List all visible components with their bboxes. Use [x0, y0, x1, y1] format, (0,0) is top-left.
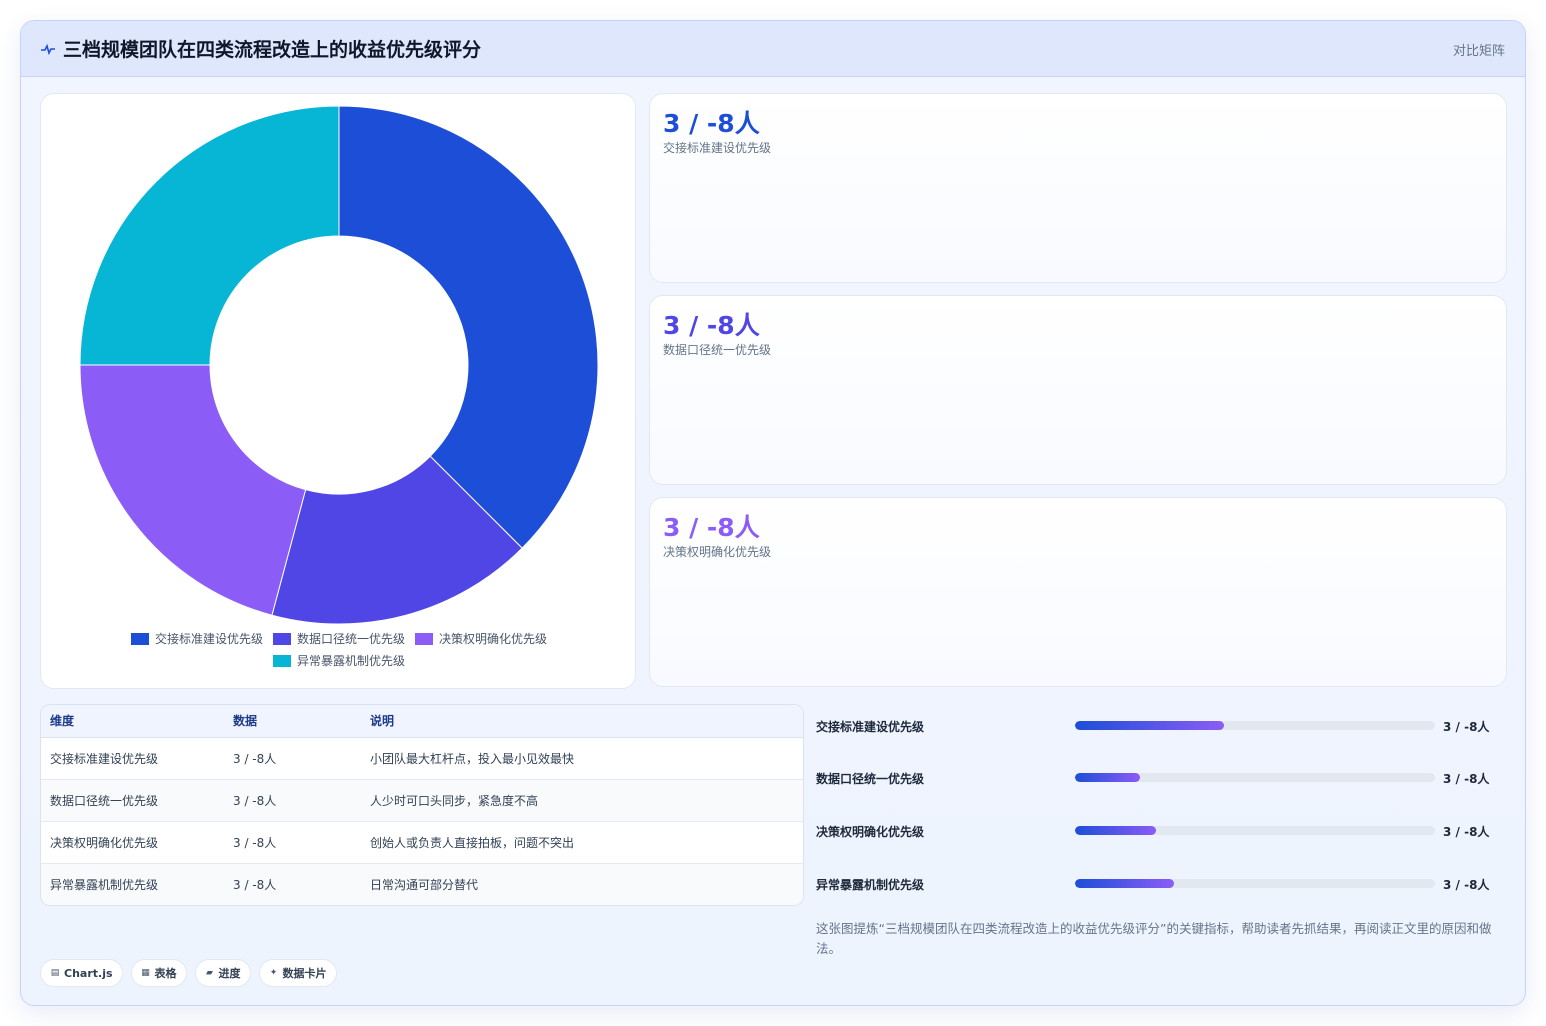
progress-label: 交接标准建设优先级 — [816, 720, 925, 734]
progress-icon: ▰ — [206, 968, 213, 978]
progress-track — [1075, 879, 1435, 888]
table-cell: 人少时可口头同步，紧急度不高 — [361, 779, 803, 822]
kpi-label: 数据口径统一优先级 — [663, 343, 772, 357]
chip-label: 数据卡片 — [282, 967, 327, 980]
kpi-card: 3 / -8人 数据口径统一优先级 — [649, 295, 1507, 485]
chip-table[interactable]: ▦ 表格 — [130, 959, 187, 987]
kpi-value: 3 / -8人 — [663, 109, 760, 138]
summary-note: 这张图提炼“三档规模团队在四类流程改造上的收益优先级评分”的关键指标，帮助读者先… — [816, 921, 1492, 956]
progress-label: 数据口径统一优先级 — [816, 772, 925, 786]
legend-item[interactable]: 异常暴露机制优先级 — [273, 654, 405, 668]
pulse-icon — [41, 43, 55, 55]
chip-data-cards[interactable]: ✦ 数据卡片 — [258, 959, 337, 987]
doughnut-slice[interactable] — [79, 364, 307, 616]
progress-row: 数据口径统一优先级 3 / -8人 — [816, 768, 1506, 788]
feature-chips: ▤ Chart.js ▦ 表格 ▰ 进度 ✦ 数据卡片 — [40, 959, 337, 987]
legend-swatch — [273, 655, 291, 667]
kpi-card: 3 / -8人 决策权明确化优先级 — [649, 497, 1507, 687]
table-cell: 3 / -8人 — [224, 779, 361, 822]
doughnut-chart-card: 交接标准建设优先级 数据口径统一优先级 决策权明确化优先级异常暴露机制优先级 — [40, 93, 636, 689]
progress-fill — [1075, 879, 1174, 888]
progress-track — [1075, 721, 1435, 730]
table-cell: 3 / -8人 — [224, 737, 361, 780]
chip-label: 进度 — [218, 967, 241, 980]
view-tag[interactable]: 对比矩阵 — [1453, 40, 1505, 59]
table-cell: 小团队最大杠杆点，投入最小见效最快 — [361, 737, 803, 780]
table-row: 数据口径统一优先级 3 / -8人 人少时可口头同步，紧急度不高 — [41, 779, 803, 822]
page-title: 三档规模团队在四类流程改造上的收益优先级评分 — [63, 39, 482, 61]
chart-icon: ▤ — [50, 968, 60, 978]
legend-label: 交接标准建设优先级 — [155, 631, 263, 646]
table-cell: 异常暴露机制优先级 — [41, 863, 224, 905]
legend-item[interactable]: 数据口径统一优先级 — [273, 631, 405, 646]
chip-label: Chart.js — [64, 966, 113, 980]
header-bar: 三档规模团队在四类流程改造上的收益优先级评分 对比矩阵 — [21, 21, 1525, 77]
doughnut-chart: 交接标准建设优先级 数据口径统一优先级 决策权明确化优先级异常暴露机制优先级 — [79, 105, 599, 668]
table-cell: 3 / -8人 — [224, 863, 361, 905]
table-icon: ▦ — [141, 968, 150, 978]
legend-label: 异常暴露机制优先级 — [297, 654, 405, 668]
legend-swatch — [273, 633, 291, 645]
kpi-value: 3 / -8人 — [663, 513, 760, 542]
progress-fill — [1075, 721, 1225, 730]
column-header: 维度 — [41, 705, 224, 738]
progress-row: 交接标准建设优先级 3 / -8人 — [816, 716, 1506, 736]
kpi-label: 决策权明确化优先级 — [663, 545, 772, 559]
column-header: 说明 — [361, 705, 803, 738]
legend-label: 决策权明确化优先级 — [439, 632, 547, 646]
sparkle-icon: ✦ — [269, 968, 278, 978]
dashboard-panel: 三档规模团队在四类流程改造上的收益优先级评分 对比矩阵 交接标准建设优先级 数据口… — [20, 20, 1526, 1006]
legend-label: 数据口径统一优先级 — [297, 631, 405, 646]
progress-value: 3 / -8人 — [1443, 825, 1490, 839]
kpi-value: 3 / -8人 — [663, 311, 760, 340]
table-row: 交接标准建设优先级 3 / -8人 小团队最大杠杆点，投入最小见效最快 — [41, 737, 803, 780]
kpi-label: 交接标准建设优先级 — [663, 141, 772, 155]
progress-label: 决策权明确化优先级 — [816, 825, 925, 839]
doughnut-slice[interactable] — [79, 105, 340, 366]
table-cell: 交接标准建设优先级 — [41, 737, 224, 780]
legend-swatch — [415, 633, 433, 645]
progress-row: 决策权明确化优先级 3 / -8人 — [816, 821, 1506, 841]
progress-value: 3 / -8人 — [1443, 772, 1490, 786]
progress-value: 3 / -8人 — [1443, 878, 1490, 892]
table-row: 异常暴露机制优先级 3 / -8人 日常沟通可部分替代 — [41, 863, 803, 905]
legend-item[interactable]: 交接标准建设优先级 — [131, 631, 263, 646]
kpi-card: 3 / -8人 交接标准建设优先级 — [649, 93, 1507, 283]
table-row: 决策权明确化优先级 3 / -8人 创始人或负责人直接拍板，问题不突出 — [41, 821, 803, 864]
table-cell: 决策权明确化优先级 — [41, 821, 224, 864]
legend-swatch — [131, 633, 149, 645]
column-header: 数据 — [224, 705, 361, 738]
data-table: 维度 数据 说明 交接标准建设优先级 3 / -8人 小团队最大杠杆点，投入最小… — [40, 704, 804, 906]
progress-fill — [1075, 826, 1156, 835]
table-cell: 日常沟通可部分替代 — [361, 863, 803, 905]
progress-track — [1075, 773, 1435, 782]
progress-value: 3 / -8人 — [1443, 720, 1490, 734]
chip-label: 表格 — [154, 967, 177, 980]
progress-track — [1075, 826, 1435, 835]
chip-progress[interactable]: ▰ 进度 — [194, 959, 251, 987]
progress-row: 异常暴露机制优先级 3 / -8人 — [816, 874, 1506, 894]
table-cell: 3 / -8人 — [224, 821, 361, 864]
progress-label: 异常暴露机制优先级 — [816, 878, 925, 892]
table-cell: 创始人或负责人直接拍板，问题不突出 — [361, 821, 803, 864]
legend-item[interactable]: 决策权明确化优先级 — [415, 632, 547, 646]
table-header-row: 维度 数据 说明 — [41, 705, 803, 738]
chip-chartjs[interactable]: ▤ Chart.js — [40, 959, 123, 987]
table-cell: 数据口径统一优先级 — [41, 779, 224, 822]
doughnut-slice[interactable] — [338, 105, 599, 549]
progress-fill — [1075, 773, 1140, 782]
